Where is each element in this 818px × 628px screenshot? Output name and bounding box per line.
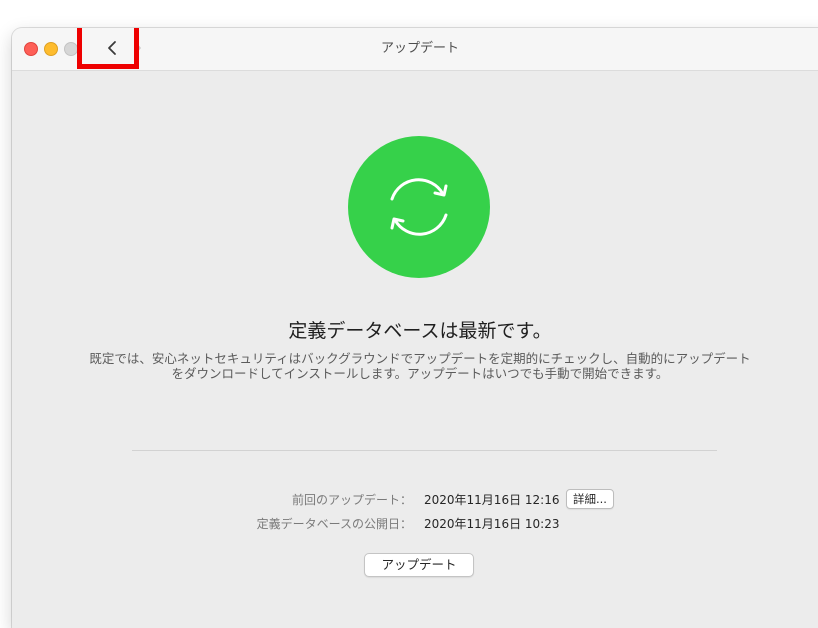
app-window: アップデート 定義データベースは最新です。 既定では、安心ネットセキュリティはバ… xyxy=(12,28,818,628)
details-button[interactable]: 詳細... xyxy=(566,489,614,509)
db-published-row: 定義データベースの公開日： 2020年11月16日 10:23 xyxy=(12,513,818,533)
sync-icon xyxy=(390,178,448,236)
update-description: 既定では、安心ネットセキュリティはバックグラウンドでアップデートを定期的にチェッ… xyxy=(89,351,751,381)
title-bar: アップデート xyxy=(12,28,818,71)
update-button[interactable]: アップデート xyxy=(364,553,474,577)
status-heading: 定義データベースは最新です。 xyxy=(288,320,552,342)
db-published-label: 定義データベースの公開日： xyxy=(256,517,412,531)
update-status-badge xyxy=(348,136,490,278)
last-update-value: 2020年11月16日 12:16 xyxy=(424,493,560,507)
last-update-row: 前回のアップデート： 2020年11月16日 12:16 詳細... xyxy=(12,489,818,509)
section-divider xyxy=(132,450,717,451)
highlight-annotation xyxy=(77,28,139,69)
last-update-label: 前回のアップデート： xyxy=(291,493,412,507)
db-published-value: 2020年11月16日 10:23 xyxy=(424,517,560,531)
